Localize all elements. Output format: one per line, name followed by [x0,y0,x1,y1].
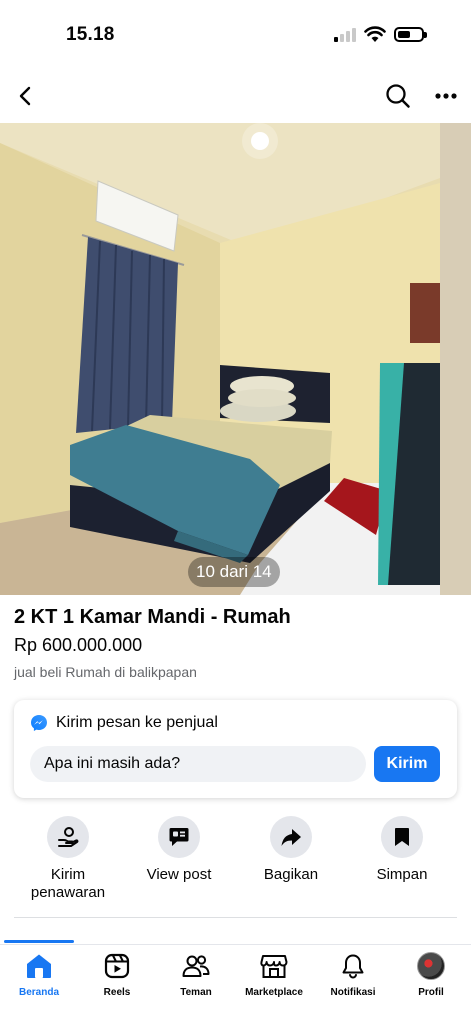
wifi-icon [364,26,386,42]
friends-icon [182,955,210,977]
share-circle [270,816,312,858]
status-time: 15.18 [66,24,115,45]
home-icon-wrap [24,951,54,981]
listing-photo[interactable]: 10 dari 14 [0,123,471,595]
offer-circle [47,816,89,858]
cellular-signal-icon [334,28,358,42]
friends-icon-wrap [181,951,211,981]
tab-notifikasi[interactable]: Notifikasi [308,951,398,998]
tab-notifikasi-label: Notifikasi [330,987,376,998]
message-input[interactable]: Apa ini masih ada? [30,746,366,782]
tab-marketplace[interactable]: Marketplace [229,951,319,998]
message-seller-card: Kirim pesan ke penjual Apa ini masih ada… [14,700,457,798]
tab-profil-label: Profil [418,987,444,998]
tab-reels[interactable]: Reels [72,951,162,998]
avatar-wrap [416,951,446,981]
share-arrow-icon [281,829,301,846]
search-button[interactable] [380,78,416,114]
bottom-tab-bar: Beranda Reels Teman Marketplace Notifika… [0,944,471,1024]
tab-teman[interactable]: Teman [151,951,241,998]
save-circle [381,816,423,858]
bookmark-icon [395,828,409,846]
back-button[interactable] [8,78,44,114]
listing-price: Rp 600.000.000 [14,635,143,655]
view-post-label: View post [146,866,212,883]
post-icon [169,828,189,846]
save-label: Simpan [376,866,428,883]
save-button[interactable]: Simpan [352,816,452,884]
reels-icon [104,953,130,979]
listing-title: 2 KT 1 Kamar Mandi - Rumah [14,606,291,628]
marketplace-icon [260,955,288,978]
make-offer-label: Kirim penawaran [30,866,106,901]
send-message-button[interactable]: Kirim [374,746,440,782]
view-post-circle [158,816,200,858]
message-heading: Kirim pesan ke penjual [30,714,218,732]
tab-reels-label: Reels [103,987,131,998]
search-icon [386,84,410,108]
share-label: Bagikan [263,866,319,883]
view-post-button[interactable]: View post [129,816,229,884]
status-bar: 15.18 [0,0,471,70]
avatar [417,952,445,980]
offer-hand-icon [58,827,79,847]
tab-profil[interactable]: Profil [386,951,471,998]
listing-actions: Kirim penawaran View post Bagikan Simpan [0,816,471,906]
marketplace-icon-wrap [259,951,289,981]
message-heading-label: Kirim pesan ke penjual [56,714,218,731]
bell-icon-wrap [338,951,368,981]
section-peek-underline [4,940,74,943]
top-navigation [0,70,471,122]
listing-location[interactable]: jual beli Rumah di balikpapan [14,664,197,680]
messenger-icon [31,715,47,731]
reels-icon-wrap [102,951,132,981]
share-button[interactable]: Bagikan [241,816,341,884]
more-options-button[interactable] [428,78,464,114]
home-icon [27,954,51,978]
tab-teman-label: Teman [180,987,212,998]
bell-icon [342,954,364,979]
bedroom-photo-illustration [0,123,471,595]
photo-counter: 10 dari 14 [188,557,280,587]
make-offer-button[interactable]: Kirim penawaran [18,816,118,902]
chevron-left-icon [19,86,31,106]
tab-beranda-label: Beranda [18,987,59,998]
battery-icon [394,27,427,42]
tab-marketplace-label: Marketplace [245,987,303,998]
more-horizontal-icon [435,93,457,99]
section-divider [14,917,457,918]
